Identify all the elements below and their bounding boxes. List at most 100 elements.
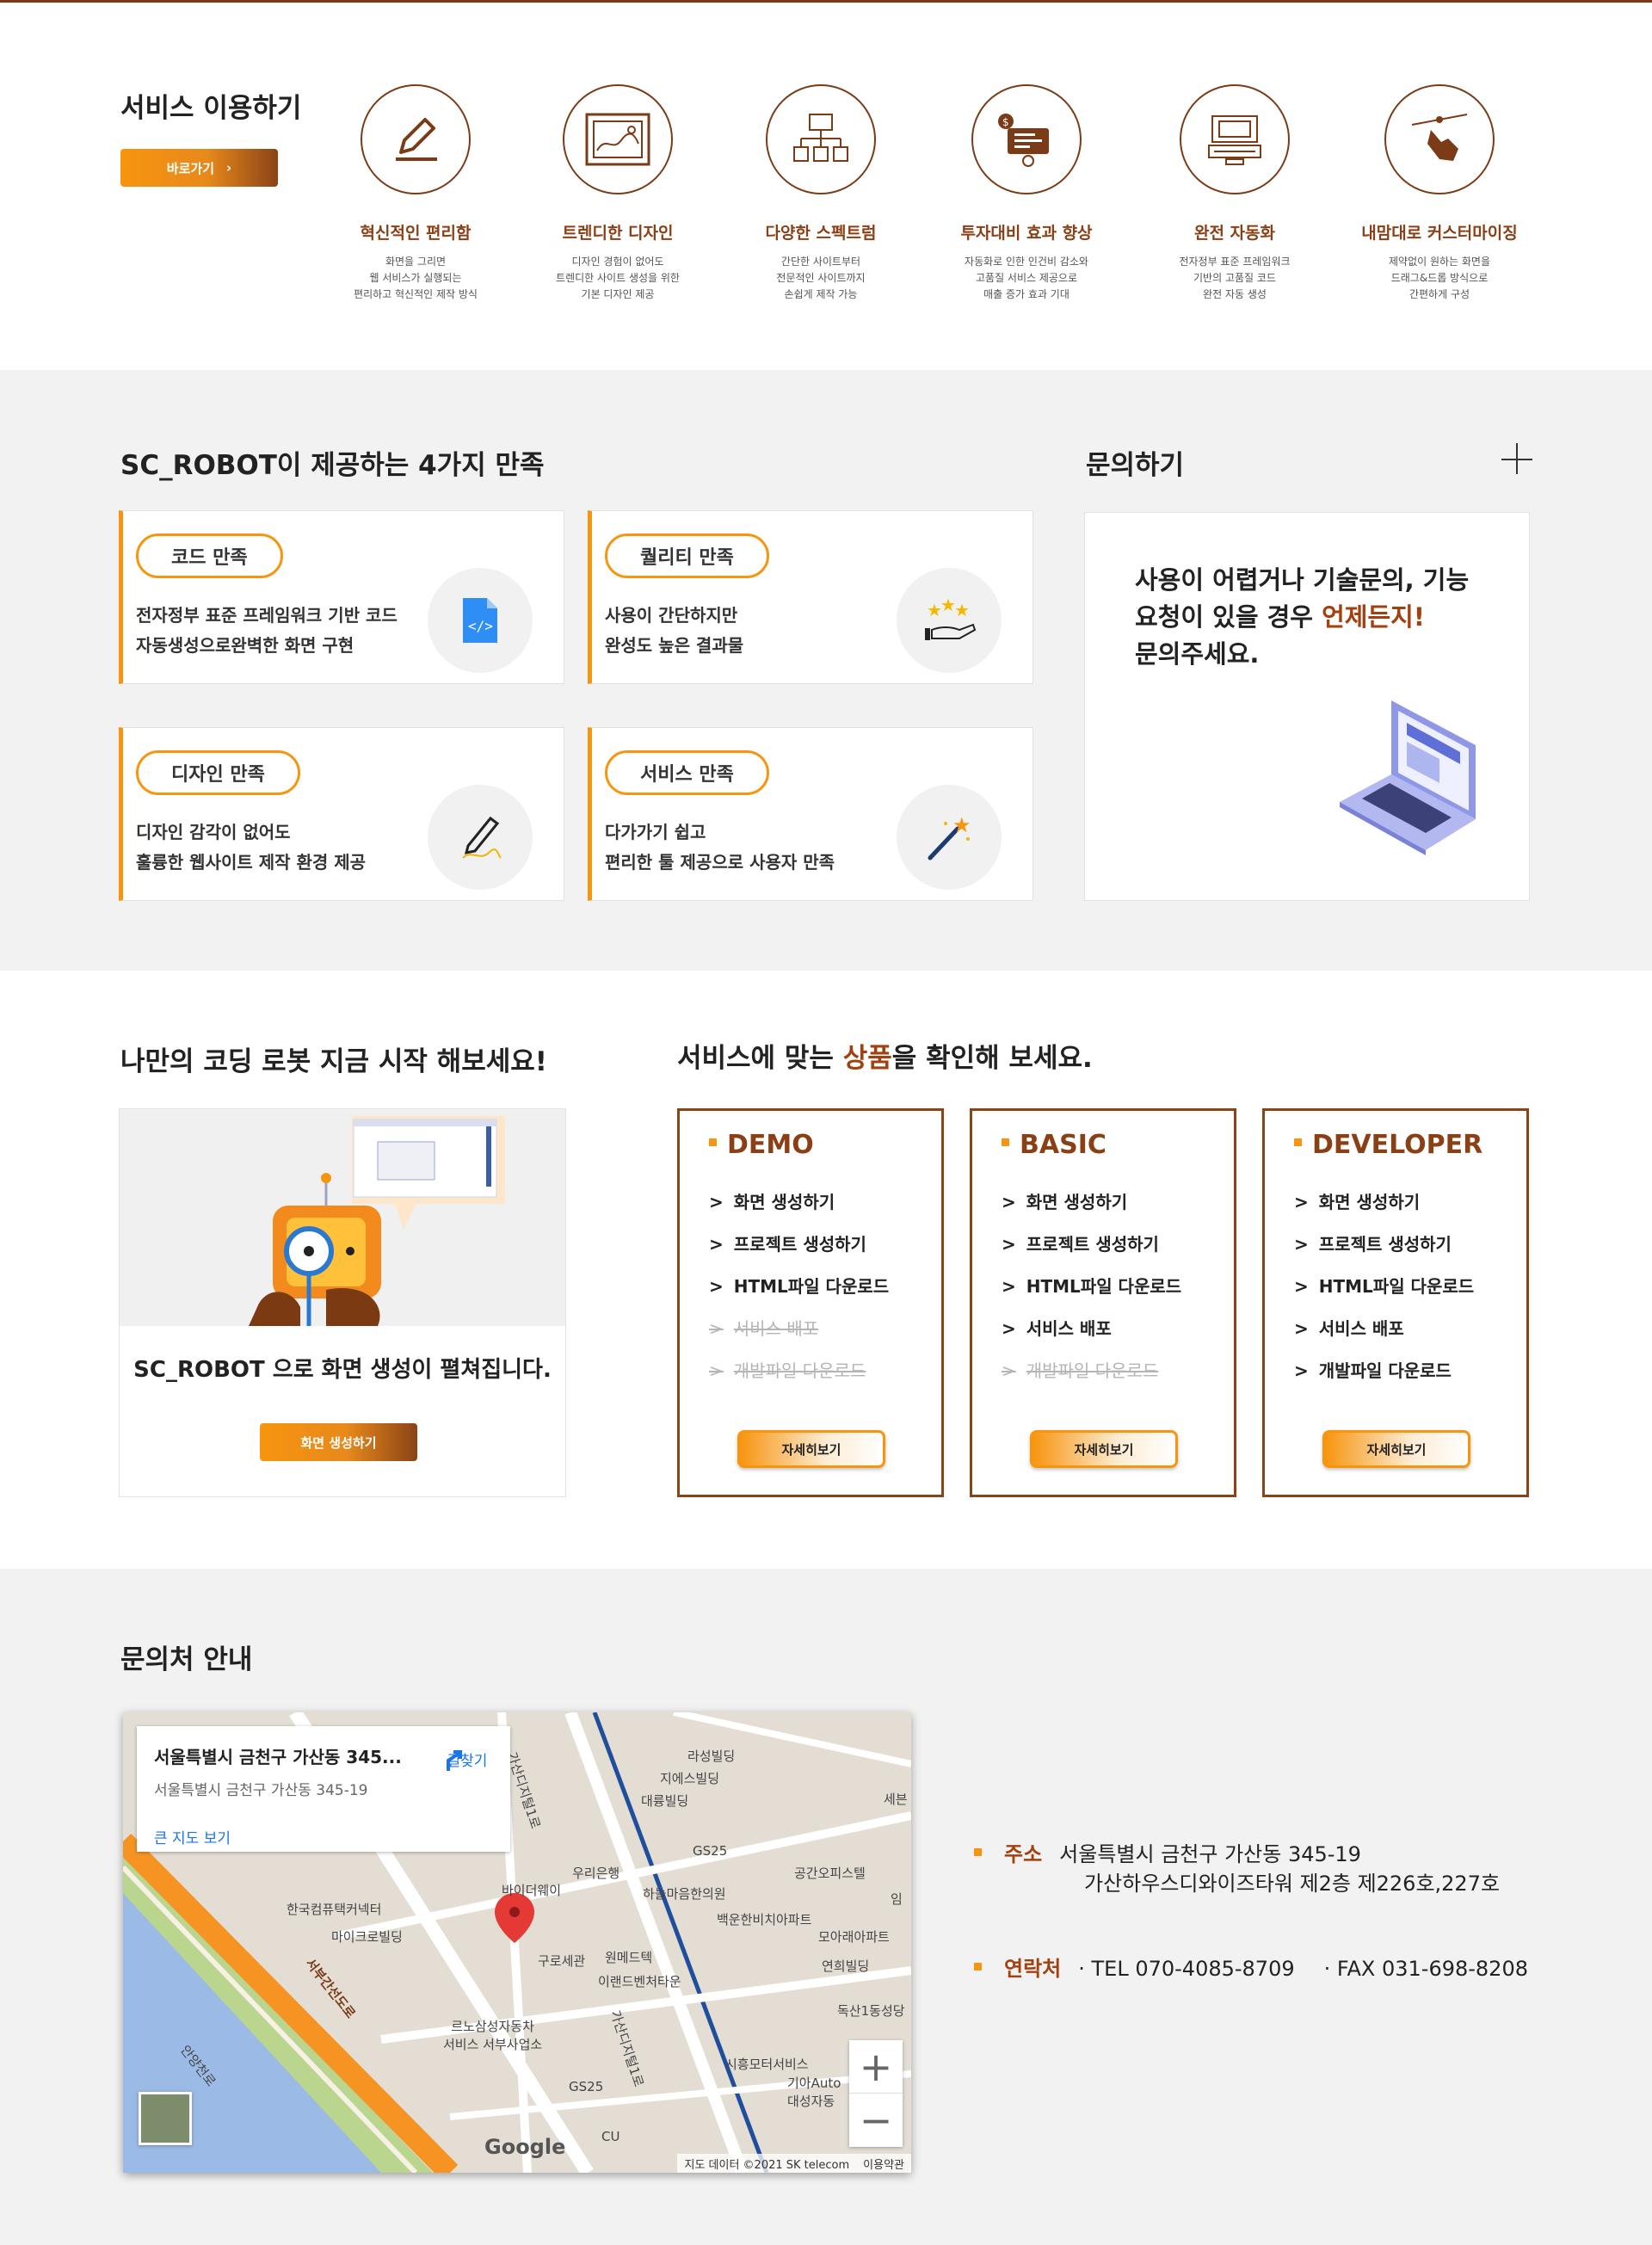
map-label: GS25 <box>569 2079 604 2094</box>
directions-icon <box>447 1750 462 1771</box>
pencil-icon <box>428 785 533 890</box>
tel-number: · TEL 070-4085-8709 <box>1078 1957 1295 1981</box>
svg-text:★: ★ <box>952 813 971 837</box>
generate-screen-button[interactable]: 화면 생성하기 <box>260 1423 417 1461</box>
services-title: 서비스 이용하기 <box>120 93 302 124</box>
google-map[interactable]: 라성빌딩 지에스빌딩 대륭빌딩 GS25 우리은행 바이더웨이 하늘마음한의원 … <box>123 1712 911 2173</box>
inquiry-box: 사용이 어렵거나 기술문의, 기능 요청이 있을 경우 언제든지! 문의주세요. <box>1084 512 1530 901</box>
feature-title: 내맘대로 커스터마이징 <box>1361 224 1518 243</box>
map-label: 모아래아파트 <box>818 1929 890 1945</box>
address-line2: 가산하우스디와이즈타워 제2층 제226호,227호 <box>1084 1872 1501 1896</box>
map-label: 백운한비치아파트 <box>717 1912 812 1927</box>
stars-hand-icon: ★ ★ ★ <box>897 568 1002 673</box>
expand-plus-icon[interactable] <box>1501 442 1536 477</box>
map-label: 임 <box>891 1891 903 1907</box>
phone-label: 연락처 <box>1004 1957 1062 1981</box>
svg-text:★: ★ <box>954 600 970 620</box>
map-place-name: 서울특별시 금천구 가산동 345... <box>154 1747 402 1767</box>
go-button[interactable]: 바로가기 › <box>120 149 278 187</box>
bullet-icon <box>974 1848 982 1856</box>
plan-developer: DEVELOPER 화면 생성하기 프로젝트 생성하기 HTML파일 다운로드 … <box>1262 1108 1529 1497</box>
contact-section: 문의처 안내 라성빌딩 지에스빌딩 대륭빌딩 GS25 우리은행 바이더웨이 하… <box>0 1569 1652 2245</box>
map-label: 라성빌딩 <box>687 1749 736 1764</box>
plan-feature: 화면 생성하기 <box>1002 1188 1181 1230</box>
plan-basic: BASIC 화면 생성하기 프로젝트 생성하기 HTML파일 다운로드 서비스 … <box>970 1108 1236 1497</box>
plan-feature-list: 화면 생성하기 프로젝트 생성하기 HTML파일 다운로드 서비스 배포 개발파… <box>1294 1188 1474 1399</box>
card-label: 코드 만족 <box>136 533 283 578</box>
products-title: 서비스에 맞는 상품을 확인해 보세요. <box>677 1036 1093 1075</box>
magic-wand-icon: ★ <box>897 785 1002 890</box>
inquiry-line2: 요청이 있을 경우 언제든지! <box>1135 599 1469 636</box>
feature-title: 투자대비 효과 향상 <box>960 224 1093 243</box>
zoom-controls: + − <box>849 2040 903 2147</box>
map-label: 하늘마음한의원 <box>643 1886 726 1902</box>
directions-button[interactable]: 길찾기 <box>441 1749 493 1771</box>
zoom-in-button[interactable]: + <box>849 2040 903 2094</box>
map-pin-icon <box>495 1893 534 1943</box>
plan-feature-list: 화면 생성하기 프로젝트 생성하기 HTML파일 다운로드 서비스 배포 개발파… <box>709 1188 889 1399</box>
plan-feature-disabled: 서비스 배포 <box>709 1315 889 1357</box>
plan-demo: DEMO 화면 생성하기 프로젝트 생성하기 HTML파일 다운로드 서비스 배… <box>677 1108 944 1497</box>
card-quality: 퀄리티 만족 사용이 간단하지만 완성도 높은 결과물 ★ ★ ★ <box>588 510 1033 684</box>
plan-feature: 프로젝트 생성하기 <box>709 1230 889 1273</box>
map-label: 연희빌딩 <box>822 1958 870 1974</box>
plan-name: BASIC <box>1002 1130 1106 1160</box>
inquiry-line2a: 요청이 있을 경우 <box>1135 602 1322 632</box>
inquiry-line3: 문의주세요. <box>1135 639 1260 669</box>
map-place-address: 서울특별시 금천구 가산동 345-19 <box>154 1782 368 1799</box>
larger-map-link[interactable]: 큰 지도 보기 <box>154 1826 231 1847</box>
map-label: 지에스빌딩 <box>660 1771 720 1786</box>
address-row-2: 가산하우스디와이즈타워 제2층 제226호,227호 <box>1084 1866 1500 1897</box>
plan-feature: 화면 생성하기 <box>1294 1188 1474 1230</box>
plan-feature: 프로젝트 생성하기 <box>1294 1230 1474 1273</box>
map-label: 시흥모터서비스 <box>725 2057 809 2072</box>
feature-title: 다양한 스펙트럼 <box>765 224 877 243</box>
address-label: 주소 <box>1004 1842 1043 1866</box>
map-place-card: 서울특별시 금천구 가산동 345... 서울특별시 금천구 가산동 345-1… <box>137 1726 510 1852</box>
plan-detail-button[interactable]: 자세히보기 <box>1322 1430 1470 1468</box>
hand-drag-icon <box>1384 84 1495 194</box>
card-label: 서비스 만족 <box>605 750 769 795</box>
code-file-icon: </> <box>428 568 533 673</box>
automation-machine-icon <box>1180 84 1290 194</box>
plan-feature: 서비스 배포 <box>1002 1315 1181 1357</box>
map-label: 우리은행 <box>572 1866 620 1881</box>
satellite-view-toggle[interactable] <box>139 2092 192 2145</box>
card-service: 서비스 만족 다가가기 쉽고 편리한 툴 제공으로 사용자 만족 ★ <box>588 727 1033 901</box>
plan-feature-list: 화면 생성하기 프로젝트 생성하기 HTML파일 다운로드 서비스 배포 개발파… <box>1002 1188 1181 1399</box>
feature-title: 완전 자동화 <box>1193 224 1275 243</box>
plan-detail-button[interactable]: 자세히보기 <box>737 1430 885 1468</box>
zoom-out-button[interactable]: − <box>849 2094 903 2147</box>
feature-spectrum: 다양한 스펙트럼 간단한 사이트부터 전문적인 사이트까지 손쉽게 제작 가능 <box>735 84 907 303</box>
card-label: 퀄리티 만족 <box>605 533 769 578</box>
map-attribution: 지도 데이터 ©2021 SK telecom <box>684 2158 850 2172</box>
robot-caption: SC_ROBOT 으로 화면 생성이 펼쳐집니다. <box>133 1357 552 1383</box>
card-desc: 다가가기 쉽고 편리한 툴 제공으로 사용자 만족 <box>605 822 835 873</box>
feature-desc: 간단한 사이트부터 전문적인 사이트까지 손쉽게 제작 가능 <box>776 256 866 300</box>
feature-desc: 전자정부 표준 프레임워크 기반의 고품질 코드 완전 자동 생성 <box>1179 256 1291 300</box>
plan-feature: HTML파일 다운로드 <box>1294 1273 1474 1315</box>
plan-name: DEMO <box>709 1130 814 1160</box>
card-design: 디자인 만족 디자인 감각이 없어도 훌륭한 웹사이트 제작 환경 제공 <box>119 727 564 901</box>
feature-title: 혁신적인 편리함 <box>360 224 472 243</box>
plan-detail-button[interactable]: 자세히보기 <box>1030 1430 1178 1468</box>
inquiry-text: 사용이 어렵거나 기술문의, 기능 요청이 있을 경우 언제든지! 문의주세요. <box>1135 562 1469 673</box>
go-arrow-icon: › <box>226 160 232 176</box>
products-section: 나만의 코딩 로봇 지금 시작 해보세요! 서비스에 맞는 상품을 확인해 보세… <box>0 971 1652 1569</box>
inquiry-title: 문의하기 <box>1086 450 1185 481</box>
map-label: 이랜드벤처타운 <box>598 1974 681 1989</box>
robot-illustration <box>120 1109 565 1326</box>
map-label: 원메드텍 <box>605 1950 653 1965</box>
feature-title: 트렌디한 디자인 <box>562 224 674 243</box>
inquiry-highlight: 언제든지! <box>1322 602 1426 632</box>
money-robot-icon: $ <box>971 84 1082 194</box>
address-line1: 서울특별시 금천구 가산동 345-19 <box>1059 1842 1361 1866</box>
card-desc: 전자정부 표준 프레임워크 기반 코드 자동생성으로완벽한 화면 구현 <box>136 605 398 656</box>
map-label: 기아Auto 대성자동 <box>787 2075 841 2109</box>
products-title-c: 을 확인해 보세요. <box>891 1043 1093 1074</box>
map-terms-link[interactable]: 이용약관 <box>863 2156 904 2172</box>
plan-feature: HTML파일 다운로드 <box>1002 1273 1181 1315</box>
image-frame-icon <box>563 84 673 194</box>
map-label: 세븐 <box>884 1792 908 1807</box>
plan-feature-disabled: 개발파일 다운로드 <box>1002 1357 1181 1399</box>
